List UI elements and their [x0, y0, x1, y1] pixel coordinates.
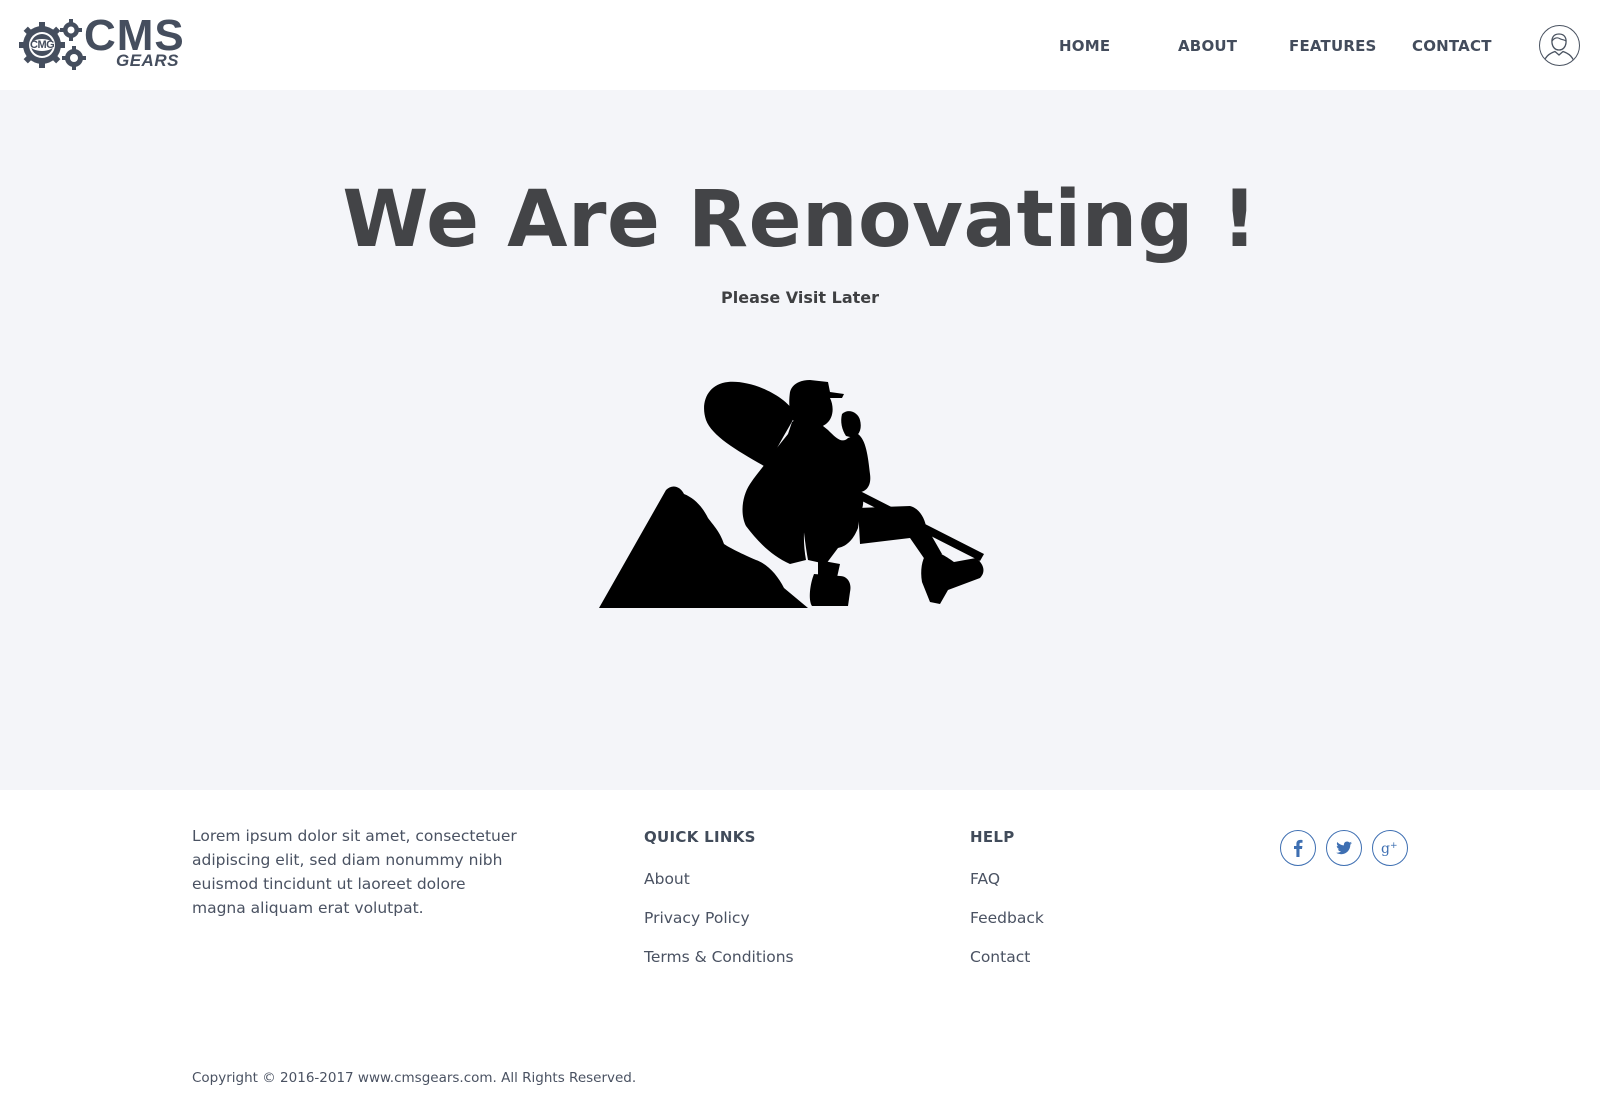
site-header: CMG CMS GEARS HOME ABOUT FEATURES CONTAC…	[0, 0, 1600, 90]
footer-link-faq[interactable]: FAQ	[970, 870, 1000, 888]
footer-link-feedback[interactable]: Feedback	[970, 909, 1044, 927]
user-avatar-icon	[1543, 33, 1575, 63]
help-heading: HELP	[970, 828, 1015, 846]
facebook-icon	[1294, 839, 1303, 857]
site-logo[interactable]: CMG CMS GEARS	[18, 14, 188, 72]
quick-links-heading: QUICK LINKS	[644, 828, 756, 846]
twitter-button[interactable]	[1326, 830, 1362, 866]
page-title: We Are Renovating !	[342, 175, 1258, 265]
maintenance-hero: We Are Renovating ! Please Visit Later	[0, 90, 1600, 790]
facebook-button[interactable]	[1280, 830, 1316, 866]
worker-with-shovel-icon	[599, 380, 984, 608]
nav-home[interactable]: HOME	[1059, 37, 1110, 55]
logo-emblem-text: CMG	[30, 39, 55, 51]
logo-tagline: GEARS	[116, 51, 179, 70]
footer-link-contact[interactable]: Contact	[970, 948, 1030, 966]
footer-link-about[interactable]: About	[644, 870, 690, 888]
footer-link-privacy-policy[interactable]: Privacy Policy	[644, 909, 750, 927]
user-avatar-button[interactable]	[1539, 25, 1580, 66]
twitter-icon	[1336, 841, 1352, 855]
google-plus-button[interactable]: g +	[1372, 830, 1408, 866]
google-plus-icon: g +	[1381, 841, 1398, 856]
site-footer: Lorem ipsum dolor sit amet, consectetuer…	[0, 790, 1600, 1110]
footer-link-terms[interactable]: Terms & Conditions	[644, 948, 794, 966]
svg-text:g: g	[1381, 841, 1390, 856]
footer-about-text: Lorem ipsum dolor sit amet, consectetuer…	[192, 827, 517, 917]
nav-features[interactable]: FEATURES	[1289, 37, 1377, 55]
svg-text:+: +	[1390, 841, 1398, 851]
copyright-text: Copyright © 2016-2017 www.cmsgears.com. …	[192, 1070, 637, 1086]
nav-contact[interactable]: CONTACT	[1412, 37, 1492, 55]
page-subtitle: Please Visit Later	[721, 288, 879, 307]
nav-about[interactable]: ABOUT	[1178, 37, 1237, 55]
